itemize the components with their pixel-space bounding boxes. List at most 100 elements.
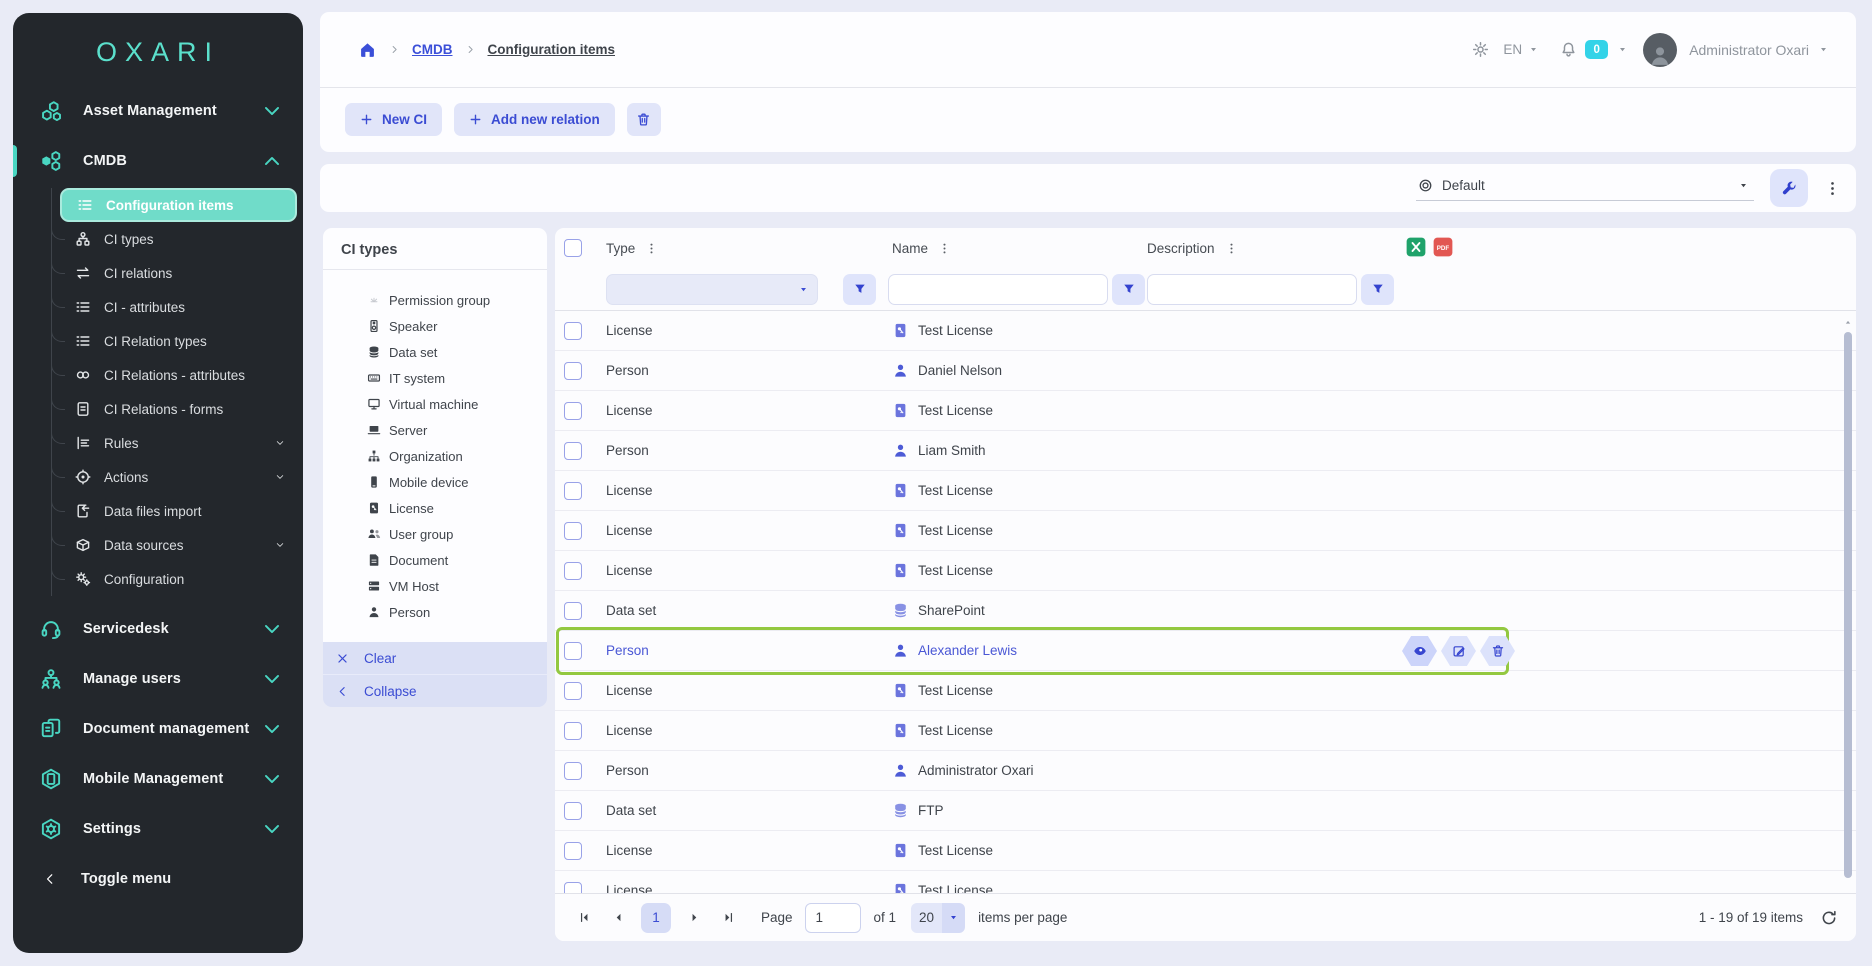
row-delete-button[interactable] bbox=[1480, 636, 1515, 666]
add-new-relation-button[interactable]: Add new relation bbox=[454, 103, 615, 136]
scroll-up-icon[interactable] bbox=[1843, 318, 1853, 328]
toggle-menu-button[interactable]: Toggle menu bbox=[13, 854, 303, 904]
next-page-button[interactable] bbox=[681, 905, 707, 931]
table-row[interactable]: Data setSharePoint bbox=[555, 591, 1856, 631]
language-selector[interactable]: EN bbox=[1503, 42, 1522, 57]
sidebar-item-settings[interactable]: Settings bbox=[13, 804, 303, 854]
toolbar-more-menu[interactable] bbox=[1820, 169, 1844, 207]
sidebar-item-ci-relations[interactable]: CI relations bbox=[52, 256, 297, 290]
select-all-checkbox[interactable] bbox=[564, 239, 582, 257]
scrollbar-thumb[interactable] bbox=[1844, 332, 1852, 878]
description-filter-button[interactable] bbox=[1361, 274, 1394, 305]
name-filter-input[interactable] bbox=[888, 274, 1108, 305]
ci-types-clear-button[interactable]: Clear bbox=[323, 642, 547, 674]
page-number-button[interactable]: 1 bbox=[641, 903, 671, 933]
name-filter-button[interactable] bbox=[1112, 274, 1145, 305]
ci-type-speaker[interactable]: Speaker bbox=[367, 313, 547, 339]
sidebar-item-mobile-management[interactable]: Mobile Management bbox=[13, 754, 303, 804]
row-checkbox[interactable] bbox=[564, 562, 582, 580]
ci-type-virtual-machine[interactable]: Virtual machine bbox=[367, 391, 547, 417]
new-ci-button[interactable]: New CI bbox=[345, 103, 442, 136]
row-checkbox[interactable] bbox=[564, 802, 582, 820]
ci-type-data-set[interactable]: Data set bbox=[367, 339, 547, 365]
ci-type-it-system[interactable]: IT system bbox=[367, 365, 547, 391]
export-excel-icon[interactable] bbox=[1406, 237, 1426, 257]
row-checkbox[interactable] bbox=[564, 842, 582, 860]
table-row[interactable]: PersonAlexander Lewis bbox=[555, 631, 1856, 671]
ci-type-mobile-device[interactable]: Mobile device bbox=[367, 469, 547, 495]
sidebar-item-manage-users[interactable]: Manage users bbox=[13, 654, 303, 704]
sidebar-item-ci-relations-attributes[interactable]: CI Relations - attributes bbox=[52, 358, 297, 392]
column-menu-icon[interactable] bbox=[1225, 242, 1238, 255]
notifications-bell-icon[interactable] bbox=[1560, 41, 1577, 58]
table-row[interactable]: PersonAdministrator Oxari bbox=[555, 751, 1856, 791]
row-checkbox[interactable] bbox=[564, 322, 582, 340]
page-size-select[interactable]: 20 bbox=[911, 903, 965, 933]
ci-types-collapse-button[interactable]: Collapse bbox=[323, 674, 547, 707]
ci-type-organization[interactable]: Organization bbox=[367, 443, 547, 469]
user-menu[interactable]: Administrator Oxari bbox=[1689, 42, 1809, 58]
sidebar-item-ci-types[interactable]: CI types bbox=[52, 222, 297, 256]
table-row[interactable]: LicenseTest License bbox=[555, 311, 1856, 351]
sidebar-item-configuration-items[interactable]: Configuration items bbox=[60, 188, 297, 222]
refresh-icon[interactable] bbox=[1820, 909, 1838, 927]
sidebar-item-data-files-import[interactable]: Data files import bbox=[52, 494, 297, 528]
sidebar-item-rules[interactable]: Rules bbox=[52, 426, 297, 460]
table-row[interactable]: LicenseTest License bbox=[555, 711, 1856, 751]
row-checkbox[interactable] bbox=[564, 362, 582, 380]
last-page-button[interactable] bbox=[715, 905, 741, 931]
row-checkbox[interactable] bbox=[564, 642, 582, 660]
view-selector-dropdown[interactable]: Default bbox=[1416, 176, 1754, 201]
breadcrumb-cmdb-link[interactable]: CMDB bbox=[412, 42, 453, 57]
ci-type-server[interactable]: Server bbox=[367, 417, 547, 443]
row-checkbox[interactable] bbox=[564, 602, 582, 620]
table-row[interactable]: Data setFTP bbox=[555, 791, 1856, 831]
row-checkbox[interactable] bbox=[564, 442, 582, 460]
column-menu-icon[interactable] bbox=[645, 242, 658, 255]
sidebar-item-ci-relation-types[interactable]: CI Relation types bbox=[52, 324, 297, 358]
table-row[interactable]: LicenseTest License bbox=[555, 511, 1856, 551]
ci-type-user-group[interactable]: User group bbox=[367, 521, 547, 547]
table-row[interactable]: LicenseTest License bbox=[555, 551, 1856, 591]
sidebar-item-cmdb[interactable]: CMDB bbox=[13, 136, 303, 186]
table-row[interactable]: PersonDaniel Nelson bbox=[555, 351, 1856, 391]
row-edit-button[interactable] bbox=[1441, 636, 1476, 666]
ci-type-permission-group[interactable]: Permission group bbox=[367, 287, 547, 313]
row-view-button[interactable] bbox=[1402, 636, 1437, 666]
row-checkbox[interactable] bbox=[564, 522, 582, 540]
table-row[interactable]: LicenseTest License bbox=[555, 471, 1856, 511]
previous-page-button[interactable] bbox=[605, 905, 631, 931]
row-checkbox[interactable] bbox=[564, 722, 582, 740]
ci-type-vm-host[interactable]: VM Host bbox=[367, 573, 547, 599]
notification-count-badge[interactable]: 0 bbox=[1585, 40, 1608, 59]
description-filter-input[interactable] bbox=[1147, 274, 1357, 305]
table-row[interactable]: LicenseTest License bbox=[555, 391, 1856, 431]
sidebar-item-servicedesk[interactable]: Servicedesk bbox=[13, 604, 303, 654]
ci-type-license[interactable]: License bbox=[367, 495, 547, 521]
sidebar-item-configuration[interactable]: Configuration bbox=[52, 562, 297, 596]
sidebar-item-document-management[interactable]: Document management bbox=[13, 704, 303, 754]
grid-settings-button[interactable] bbox=[1770, 169, 1808, 207]
avatar[interactable] bbox=[1643, 33, 1677, 67]
type-filter-button[interactable] bbox=[843, 274, 876, 305]
sidebar-item-ci-relations-forms[interactable]: CI Relations - forms bbox=[52, 392, 297, 426]
column-menu-icon[interactable] bbox=[938, 242, 951, 255]
home-icon[interactable] bbox=[358, 40, 377, 59]
row-checkbox[interactable] bbox=[564, 402, 582, 420]
table-row[interactable]: LicenseTest License bbox=[555, 671, 1856, 711]
type-filter-dropdown[interactable] bbox=[606, 274, 818, 305]
sidebar-item-actions[interactable]: Actions bbox=[52, 460, 297, 494]
settings-gear-icon[interactable] bbox=[1472, 41, 1489, 58]
table-row[interactable]: PersonLiam Smith bbox=[555, 431, 1856, 471]
ci-type-document[interactable]: Document bbox=[367, 547, 547, 573]
table-row[interactable]: LicenseTest License bbox=[555, 831, 1856, 871]
export-pdf-icon[interactable]: PDF bbox=[1433, 237, 1453, 257]
row-checkbox[interactable] bbox=[564, 682, 582, 700]
delete-button[interactable] bbox=[627, 103, 661, 136]
row-checkbox[interactable] bbox=[564, 482, 582, 500]
sidebar-item-asset-management[interactable]: Asset Management bbox=[13, 86, 303, 136]
row-checkbox[interactable] bbox=[564, 762, 582, 780]
first-page-button[interactable] bbox=[571, 905, 597, 931]
sidebar-item-ci-attributes[interactable]: CI - attributes bbox=[52, 290, 297, 324]
ci-type-person[interactable]: Person bbox=[367, 599, 547, 625]
